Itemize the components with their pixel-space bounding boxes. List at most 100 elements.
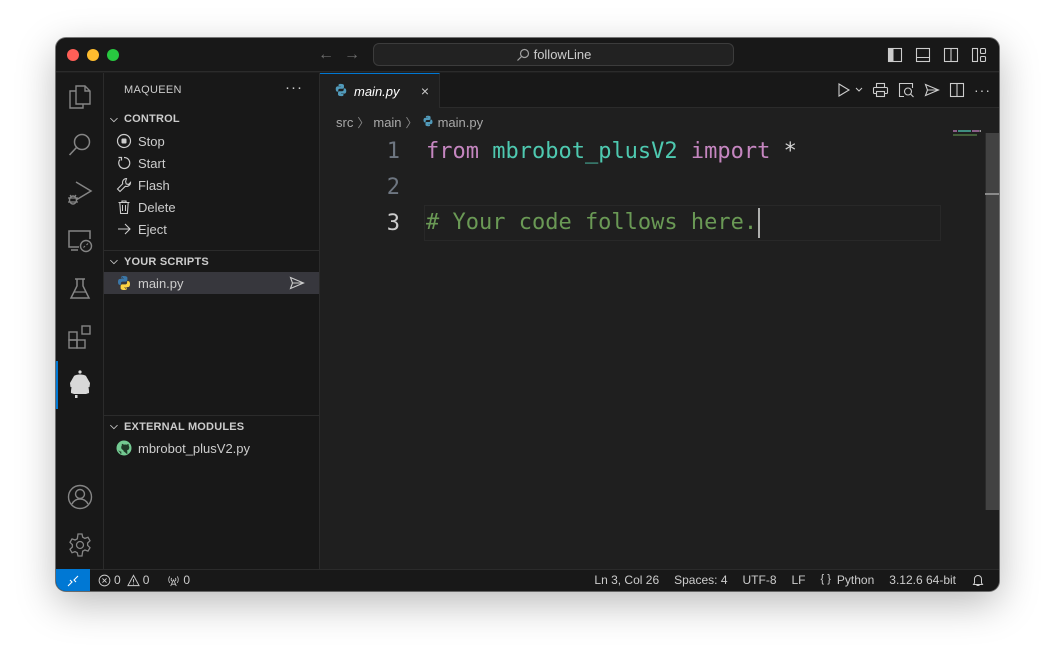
breadcrumb-src[interactable]: src <box>336 115 353 130</box>
warning-count: 0 <box>142 573 150 587</box>
arrow-right-icon <box>116 221 132 237</box>
chevron-down-icon: ⌵ <box>110 421 118 432</box>
python-interpreter[interactable]: 3.12.6 64-bit <box>889 573 956 587</box>
github-icon <box>116 440 132 456</box>
section-scripts-title: YOUR SCRIPTS <box>124 255 209 268</box>
toggle-secondary-sidebar-icon[interactable] <box>943 47 959 63</box>
search-icon <box>516 48 529 61</box>
chevron-right-icon: 〉 <box>357 115 370 130</box>
run-debug-icon <box>68 181 93 205</box>
print-icon[interactable] <box>872 82 889 98</box>
section-modules-header[interactable]: ⌵ EXTERNAL MODULES <box>104 415 319 437</box>
activity-accounts[interactable] <box>56 473 104 521</box>
close-window-button[interactable] <box>67 49 79 61</box>
run-icon[interactable] <box>837 82 851 98</box>
cursor-position[interactable]: Ln 3, Col 26 <box>594 573 659 587</box>
remote-explorer-icon <box>68 230 93 253</box>
maximize-window-button[interactable] <box>107 49 119 61</box>
control-start-label: Start <box>138 155 166 171</box>
split-editor-icon[interactable] <box>949 82 965 98</box>
send-icon[interactable] <box>289 275 305 294</box>
minimap[interactable] <box>953 130 981 138</box>
chevron-down-icon: ⌵ <box>110 256 118 267</box>
script-main-py[interactable]: main.py <box>104 272 319 294</box>
code-line-current: 3 # Your code follows here. <box>320 205 941 241</box>
tab-main-py[interactable]: main.py × <box>320 73 440 108</box>
robot-icon <box>69 370 91 398</box>
activity-explorer[interactable] <box>56 73 104 121</box>
close-icon[interactable]: × <box>421 83 429 99</box>
code-token: * <box>770 138 797 164</box>
status-bar: 0 0 0 Ln 3, Col 26 Spaces: 4 UTF-8 LF { … <box>56 569 999 591</box>
language-mode[interactable]: { } Python <box>821 573 875 587</box>
section-control-header[interactable]: ⌵ CONTROL <box>104 108 319 130</box>
vscode-window: ← → followLine MAQUEEN ··· ⌵ CONTROL Sto… <box>56 38 999 591</box>
minimize-window-button[interactable] <box>87 49 99 61</box>
breadcrumb-file[interactable]: main.py <box>438 115 484 130</box>
indentation[interactable]: Spaces: 4 <box>674 573 727 587</box>
broadcast-icon <box>168 575 180 586</box>
preview-icon[interactable] <box>898 82 915 98</box>
line-number: 2 <box>386 174 400 200</box>
line-content: from mbrobot_plusV2 import * <box>426 139 797 164</box>
activity-run-debug[interactable] <box>56 169 104 217</box>
sidebar-more-actions-button[interactable]: ··· <box>285 79 303 96</box>
end-of-line[interactable]: LF <box>792 573 806 587</box>
restart-icon <box>116 155 132 171</box>
command-center-text: followLine <box>533 47 592 62</box>
error-icon <box>98 574 111 586</box>
control-eject-label: Eject <box>138 221 167 237</box>
control-start[interactable]: Start <box>104 152 319 174</box>
go-forward-button[interactable]: → <box>344 45 360 65</box>
bell-icon[interactable] <box>971 573 985 587</box>
warning-icon <box>126 573 140 586</box>
customize-layout-icon[interactable] <box>971 47 987 63</box>
section-control-title: CONTROL <box>124 113 180 125</box>
remote-indicator-button[interactable] <box>56 569 90 591</box>
toggle-primary-sidebar-icon[interactable] <box>887 47 903 63</box>
error-count: 0 <box>114 573 121 587</box>
activity-search[interactable] <box>56 121 104 169</box>
activity-manage[interactable] <box>56 521 104 569</box>
problems-button[interactable]: 0 0 <box>98 573 149 587</box>
account-icon <box>67 484 93 510</box>
activity-remote-explorer[interactable] <box>56 217 104 265</box>
toggle-panel-icon[interactable] <box>915 47 931 63</box>
control-delete[interactable]: Delete <box>104 196 319 218</box>
activity-maqueen[interactable] <box>56 361 104 409</box>
files-icon <box>69 85 91 109</box>
code-line: 1 from mbrobot_plusV2 import * <box>320 133 940 169</box>
section-scripts-header[interactable]: ⌵ YOUR SCRIPTS <box>104 250 319 272</box>
code-token: import <box>690 138 771 164</box>
command-center-search[interactable]: followLine <box>373 43 734 66</box>
control-stop[interactable]: Stop <box>104 130 319 152</box>
send-icon[interactable] <box>924 82 940 98</box>
control-eject[interactable]: Eject <box>104 218 319 240</box>
control-flash[interactable]: Flash <box>104 174 319 196</box>
activity-extensions[interactable] <box>56 313 104 361</box>
search-icon <box>68 133 91 156</box>
chevron-down-icon[interactable] <box>855 82 863 98</box>
go-back-button[interactable]: ← <box>318 45 334 65</box>
text-cursor <box>758 208 761 238</box>
breadcrumb-main[interactable]: main <box>373 115 401 130</box>
vertical-scrollbar[interactable] <box>985 133 999 510</box>
code-token: # Your code follows here. <box>426 210 758 235</box>
scrollbar-cursor-marker <box>985 193 999 195</box>
more-actions-icon[interactable]: ··· <box>974 82 991 98</box>
braces-icon: { } <box>820 573 831 585</box>
line-number: 1 <box>386 138 400 164</box>
module-mbrobot-plusv2-label: mbrobot_plusV2.py <box>138 440 251 456</box>
activity-testing[interactable] <box>56 265 104 313</box>
module-mbrobot-plusv2[interactable]: mbrobot_plusV2.py <box>104 437 319 459</box>
encoding[interactable]: UTF-8 <box>743 573 777 587</box>
line-content: # Your code follows here. <box>426 208 761 238</box>
script-main-py-label: main.py <box>138 275 184 291</box>
stop-circle-icon <box>116 133 132 149</box>
tab-label: main.py <box>354 83 400 99</box>
python-icon <box>422 115 434 130</box>
breadcrumb: src 〉 main 〉 main.py <box>336 111 483 133</box>
ports-button[interactable]: 0 <box>167 573 190 587</box>
